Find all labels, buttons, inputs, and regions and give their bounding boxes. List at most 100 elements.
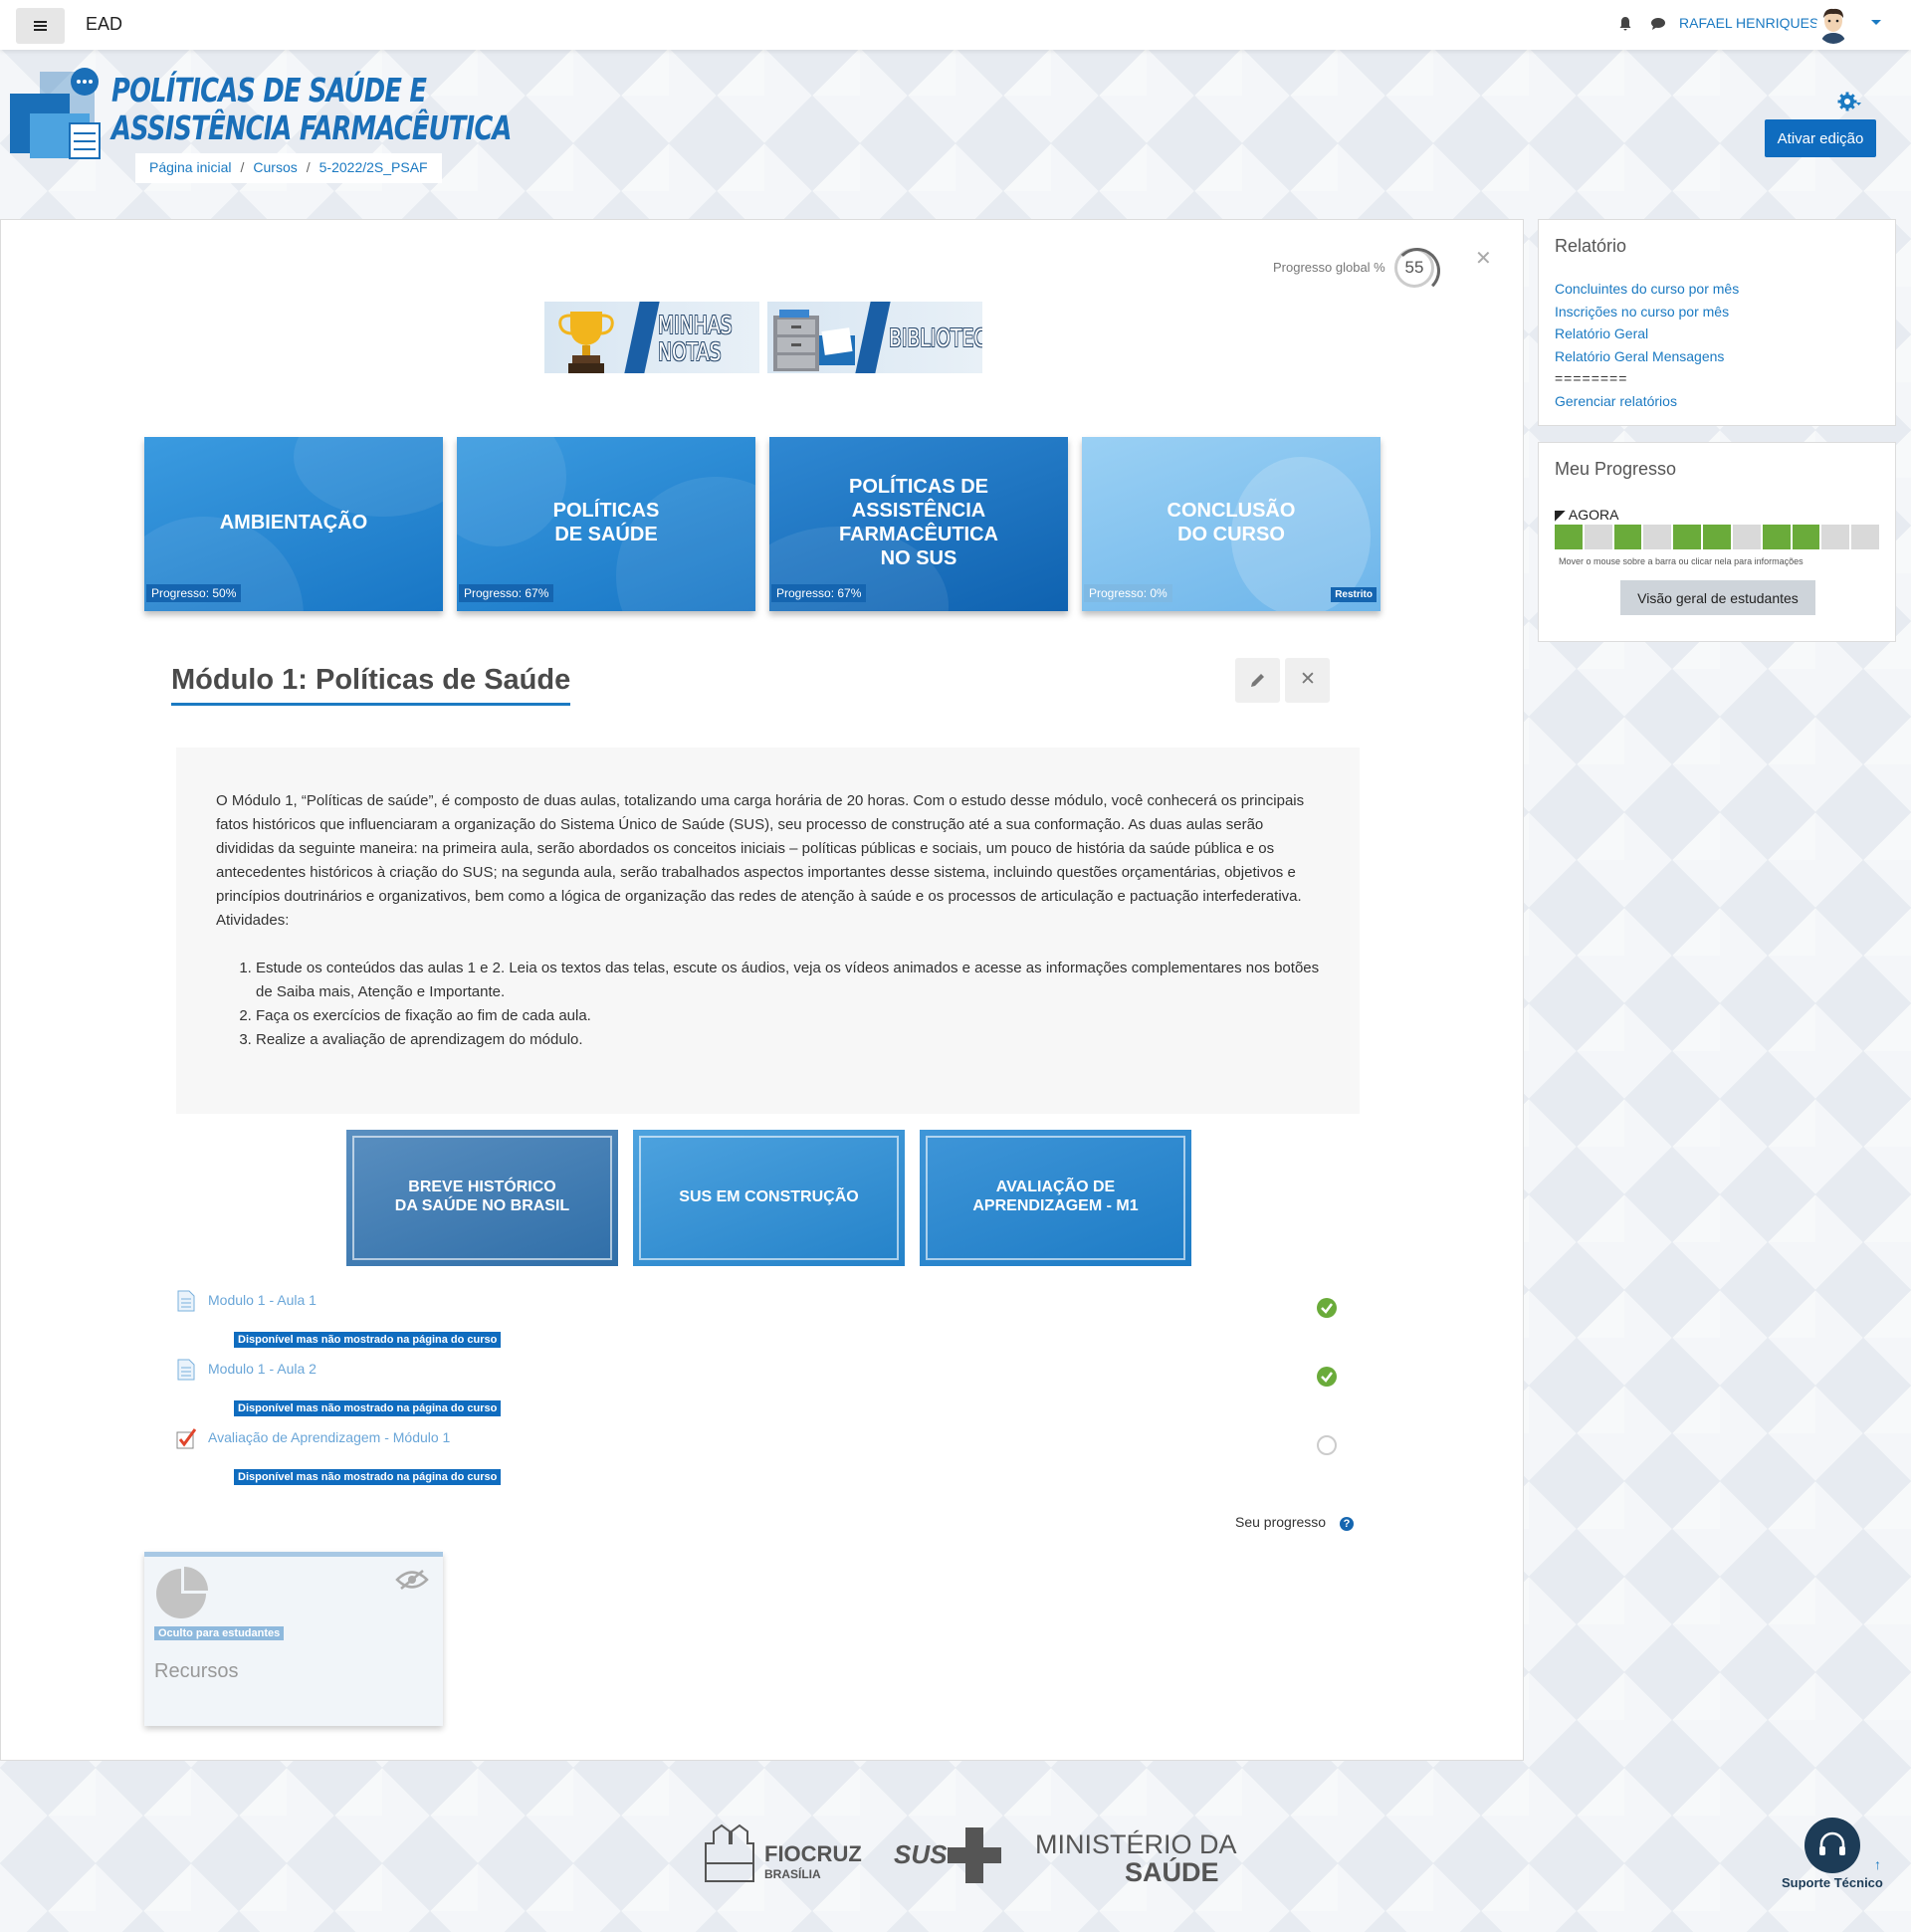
progress-segment-complete[interactable] xyxy=(1673,525,1702,549)
tile-ambientacao[interactable]: AMBIENTAÇÃO Progresso: 50% xyxy=(144,437,443,611)
student-overview-button[interactable]: Visão geral de estudantes xyxy=(1620,580,1815,615)
progress-bar[interactable] xyxy=(1555,525,1879,549)
my-grades-label-line2: NOTAS xyxy=(658,337,722,366)
user-menu-name[interactable]: RAFAEL HENRIQUES xyxy=(1679,15,1818,31)
tile-politicas-de-saude[interactable]: POLÍTICAS DE SAÚDE Progresso: 67% xyxy=(457,437,755,611)
lesson-tile-historico[interactable]: BREVE HISTÓRICO DA SAÚDE NO BRASIL xyxy=(346,1130,618,1266)
user-menu-caret-icon[interactable] xyxy=(1871,20,1881,25)
headset-icon xyxy=(1819,1831,1845,1855)
banner-stripe xyxy=(624,302,660,373)
report-link[interactable]: Relatório Geral xyxy=(1555,322,1739,345)
now-marker: ◤ AGORA xyxy=(1555,507,1619,523)
summary-item: Estude os conteúdos das aulas 1 e 2. Lei… xyxy=(256,957,1320,1004)
completion-empty-icon[interactable] xyxy=(1316,1434,1338,1456)
tile-title: AMBIENTAÇÃO xyxy=(219,512,368,534)
file-cabinet-icon xyxy=(773,310,855,371)
your-progress-label: Seu progresso xyxy=(1235,1514,1327,1530)
menu-toggle-button[interactable] xyxy=(16,8,65,44)
breadcrumb-home[interactable]: Página inicial xyxy=(149,159,232,177)
pie-chart-icon xyxy=(156,1567,208,1618)
support-label[interactable]: Suporte Técnico xyxy=(1782,1875,1883,1890)
eye-slash-icon[interactable] xyxy=(395,1569,429,1591)
report-block-title: Relatório xyxy=(1555,236,1627,256)
course-content: Progresso global % 55 ✕ MINHAS NOTAS BIB… xyxy=(0,219,1524,1761)
report-link[interactable]: Inscrições no curso por mês xyxy=(1555,301,1739,323)
lesson-tile-title-line1: AVALIAÇÃO DE xyxy=(995,1179,1116,1195)
my-grades-label: MINHAS NOTAS xyxy=(658,312,733,365)
completion-check-icon[interactable] xyxy=(1316,1366,1338,1388)
page-icon xyxy=(177,1290,195,1312)
saude-text: SAÚDE xyxy=(1125,1857,1219,1887)
tile-title-line4: NO SUS xyxy=(880,547,957,569)
progress-segment-incomplete[interactable] xyxy=(1732,525,1761,549)
lesson-tile-title-line1: BREVE HISTÓRICO xyxy=(408,1179,556,1195)
tile-decoration xyxy=(294,437,443,517)
manage-reports-link[interactable]: Gerenciar relatórios xyxy=(1555,390,1739,413)
progress-segment-incomplete[interactable] xyxy=(1643,525,1672,549)
help-icon[interactable]: ? xyxy=(1340,1517,1354,1531)
restricted-badge: Restrito xyxy=(1331,587,1377,602)
report-link[interactable]: Concluintes do curso por mês xyxy=(1555,278,1739,301)
enable-editing-button[interactable]: Ativar edição xyxy=(1765,119,1876,157)
quiz-icon xyxy=(176,1428,196,1449)
lesson-tile-sus[interactable]: SUS EM CONSTRUÇÃO xyxy=(633,1130,905,1266)
tile-title-line2: ASSISTÊNCIA xyxy=(851,500,986,522)
completion-check-icon[interactable] xyxy=(1316,1297,1338,1319)
tile-progress: Progresso: 67% xyxy=(771,584,867,602)
availability-badge: Disponível mas não mostrado na página do… xyxy=(234,1332,502,1348)
summary-item: Faça os exercícios de fixação ao fim de … xyxy=(256,1004,1320,1028)
progress-segment-incomplete[interactable] xyxy=(1851,525,1879,549)
breadcrumb: Página inicial / Cursos / 5-2022/2S_PSAF xyxy=(135,153,442,183)
progress-segment-complete[interactable] xyxy=(1762,525,1791,549)
edit-module-button[interactable] xyxy=(1235,658,1280,703)
activity-link[interactable]: Modulo 1 - Aula 2 xyxy=(208,1361,317,1377)
tile-title-line3: FARMACÊUTICA xyxy=(839,524,998,545)
progress-segment-incomplete[interactable] xyxy=(1584,525,1612,549)
close-icon[interactable]: ✕ xyxy=(1475,246,1492,271)
breadcrumb-course[interactable]: 5-2022/2S_PSAF xyxy=(319,159,428,177)
activity-link[interactable]: Modulo 1 - Aula 1 xyxy=(208,1292,317,1308)
tile-title-line1: POLÍTICAS DE xyxy=(848,476,988,498)
report-block: Relatório Concluintes do curso por mês I… xyxy=(1538,219,1896,426)
progress-segment-complete[interactable] xyxy=(1792,525,1820,549)
gear-icon[interactable] xyxy=(1837,92,1861,115)
support-button[interactable] xyxy=(1805,1818,1860,1873)
avatar[interactable] xyxy=(1816,6,1850,44)
tile-conclusao[interactable]: CONCLUSÃO DO CURSO Progresso: 0% Restrit… xyxy=(1082,437,1380,611)
breadcrumb-courses[interactable]: Cursos xyxy=(253,159,297,177)
availability-badge: Disponível mas não mostrado na página do… xyxy=(234,1400,502,1416)
scroll-top-icon[interactable]: ↑ xyxy=(1874,1856,1881,1872)
tile-progress: Progresso: 50% xyxy=(146,584,242,602)
summary-activity-list: Estude os conteúdos das aulas 1 e 2. Lei… xyxy=(256,957,1320,1052)
chat-icon[interactable] xyxy=(1650,16,1666,32)
close-module-button[interactable]: ✕ xyxy=(1285,658,1330,703)
library-label: BIBLIOTECA xyxy=(889,323,982,352)
tile-assistencia-farmaceutica[interactable]: POLÍTICAS DE ASSISTÊNCIA FARMACÊUTICA NO… xyxy=(769,437,1068,611)
course-title-line2: ASSISTÊNCIA FARMACÊUTICA xyxy=(111,108,512,147)
progress-segment-complete[interactable] xyxy=(1703,525,1731,549)
progress-segment-complete[interactable] xyxy=(1613,525,1642,549)
resources-card[interactable]: Oculto para estudantes Recursos xyxy=(144,1552,443,1726)
activity-link[interactable]: Avaliação de Aprendizagem - Módulo 1 xyxy=(208,1429,450,1445)
module-title: Módulo 1: Políticas de Saúde xyxy=(171,664,571,706)
breadcrumb-separator: / xyxy=(306,159,311,175)
report-link[interactable]: Relatório Geral Mensagens xyxy=(1555,345,1739,368)
sus-cross-logo xyxy=(948,1827,1001,1883)
now-marker-label: AGORA xyxy=(1568,507,1619,523)
my-grades-label-line1: MINHAS xyxy=(658,311,733,339)
pencil-icon xyxy=(1251,674,1264,687)
banner-stripe xyxy=(855,302,891,373)
site-brand[interactable]: EAD xyxy=(86,14,122,35)
close-icon: ✕ xyxy=(1300,669,1316,690)
lesson-tile-avaliacao[interactable]: AVALIAÇÃO DE APRENDIZAGEM - M1 xyxy=(920,1130,1191,1266)
progress-segment-incomplete[interactable] xyxy=(1821,525,1850,549)
tile-title-line1: CONCLUSÃO xyxy=(1167,500,1296,522)
lesson-tile-title: SUS EM CONSTRUÇÃO xyxy=(679,1188,859,1205)
hamburger-icon-line xyxy=(34,29,47,31)
library-banner-button[interactable]: BIBLIOTECA xyxy=(767,302,982,373)
global-progress-circle: 55 xyxy=(1394,248,1440,294)
tile-title: CONCLUSÃO DO CURSO xyxy=(1082,499,1380,546)
progress-segment-complete[interactable] xyxy=(1555,525,1583,549)
bell-icon[interactable] xyxy=(1617,16,1633,32)
my-grades-banner-button[interactable]: MINHAS NOTAS xyxy=(544,302,759,373)
